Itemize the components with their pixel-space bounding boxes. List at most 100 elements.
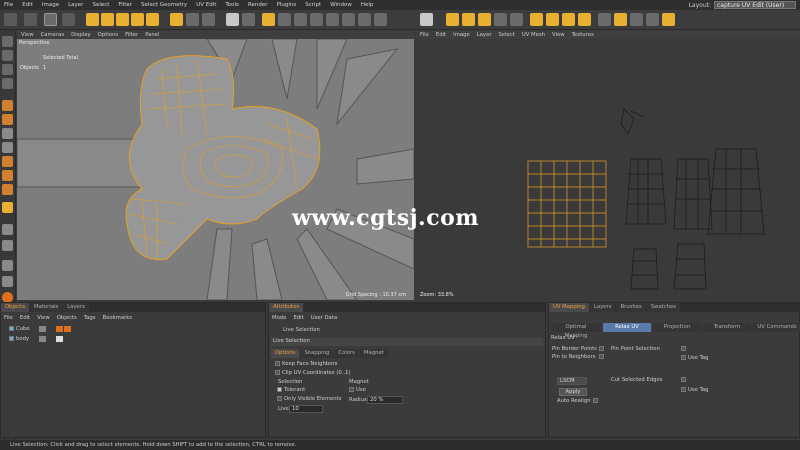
menu-plugins[interactable]: Plugins [277, 2, 297, 8]
uv-menu-file[interactable]: File [420, 32, 429, 38]
obj-menu-bookmarks[interactable]: Bookmarks [102, 315, 132, 321]
visibility-icon[interactable] [39, 336, 46, 342]
tab-projection[interactable]: Projection [653, 323, 701, 332]
uv-weld-icon[interactable] [662, 13, 675, 26]
tab-attributes[interactable]: Attributes [269, 303, 304, 312]
vp-menu-cameras[interactable]: Cameras [41, 32, 65, 38]
uv-stretch-icon[interactable] [614, 13, 627, 26]
subtab-snapping[interactable]: Snapping [300, 349, 334, 358]
subtab-colors[interactable]: Colors [334, 349, 359, 358]
uv-cross-icon[interactable] [562, 13, 575, 26]
menu-uv-edit[interactable]: UV Edit [196, 2, 216, 8]
checkbox[interactable] [277, 387, 282, 392]
checkbox[interactable] [275, 370, 280, 375]
tab-brushes[interactable]: Brushes [616, 303, 646, 312]
magnify-icon[interactable] [2, 184, 13, 195]
uv-menu-textures[interactable]: Textures [572, 32, 594, 38]
vp-menu-display[interactable]: Display [71, 32, 91, 38]
wand-icon[interactable] [2, 240, 13, 251]
checkbox[interactable] [592, 398, 598, 403]
obj-menu-objects[interactable]: Objects [57, 315, 77, 321]
model-mode-icon[interactable] [2, 50, 13, 61]
use-tag-option-1[interactable]: Use Tag [681, 355, 709, 361]
scene-icon[interactable] [342, 13, 355, 26]
obj-menu-view[interactable]: View [37, 315, 50, 321]
tab-transform[interactable]: Transform [703, 323, 751, 332]
obj-menu-tags[interactable]: Tags [84, 315, 96, 321]
make-editable-icon[interactable] [2, 36, 13, 47]
dodge-icon[interactable] [2, 170, 13, 181]
use-tag-option-2[interactable]: Use Tag [681, 387, 709, 393]
uv-relax-icon[interactable] [598, 13, 611, 26]
uv-pack-icon[interactable] [646, 13, 659, 26]
spline-icon[interactable] [278, 13, 291, 26]
radius-field[interactable]: 20 % [367, 396, 403, 404]
apply-button[interactable]: Apply [559, 388, 587, 396]
checker-tag-icon[interactable] [56, 336, 63, 342]
subtab-options[interactable]: Options [271, 349, 300, 358]
tab-uv-commands[interactable]: UV Commands [753, 323, 800, 332]
tab-relax-uv[interactable]: Relax UV [603, 323, 651, 332]
nurbs-icon[interactable] [294, 13, 307, 26]
camera-icon[interactable] [358, 13, 371, 26]
visibility-icon[interactable] [39, 326, 46, 332]
rotate-icon[interactable] [101, 13, 114, 26]
checkbox[interactable] [277, 396, 282, 401]
coordinate-system-icon[interactable] [170, 13, 183, 26]
menu-layer[interactable]: Layer [68, 2, 83, 8]
brush-icon[interactable] [2, 100, 13, 111]
x-axis-icon[interactable] [116, 13, 129, 26]
attr-menu-userdata[interactable]: User Data [311, 315, 337, 321]
undo-icon[interactable] [4, 13, 17, 26]
menu-filter[interactable]: Filter [118, 2, 132, 8]
uv-viewport[interactable]: File Edit Image Layer Select UV Mesh Vie… [416, 30, 800, 300]
subtab-magnet[interactable]: Magnet [359, 349, 388, 358]
z-axis-icon[interactable] [146, 13, 159, 26]
pin-border-checkbox[interactable] [599, 346, 604, 351]
material-tag-icon[interactable] [64, 326, 71, 332]
checkbox[interactable] [681, 387, 686, 392]
uv-polygons-icon[interactable] [242, 13, 255, 26]
scale-icon[interactable] [86, 13, 99, 26]
tab-materials[interactable]: Materials [30, 303, 63, 312]
uv-move-icon[interactable] [446, 13, 459, 26]
vp-menu-panel[interactable]: Panel [145, 32, 159, 38]
tab-layers[interactable]: Layers [63, 303, 89, 312]
pin-point-selection-checkbox[interactable] [681, 346, 686, 351]
tab-objects[interactable]: Objects [1, 303, 30, 312]
auto-realign-option[interactable]: Auto Realign [557, 398, 600, 404]
uv-align-icon[interactable] [578, 13, 591, 26]
menu-help[interactable]: Help [361, 2, 374, 8]
uv-scale-icon[interactable] [462, 13, 475, 26]
uv-mirror-icon[interactable] [510, 13, 523, 26]
uv-menu-layer[interactable]: Layer [477, 32, 492, 38]
menu-image[interactable]: Image [42, 2, 59, 8]
uv-tag-icon[interactable] [56, 326, 63, 332]
paint-icon[interactable] [2, 114, 13, 125]
deformer-icon[interactable] [326, 13, 339, 26]
attr-menu-mode[interactable]: Mode [272, 315, 286, 321]
menu-file[interactable]: File [4, 2, 13, 8]
checkbox[interactable] [275, 361, 280, 366]
star-icon[interactable] [2, 202, 13, 213]
render-picture-icon[interactable] [202, 13, 215, 26]
list-item[interactable]: body [9, 336, 29, 342]
lock-icon[interactable] [2, 276, 13, 287]
obj-menu-file[interactable]: File [4, 315, 13, 321]
cut-edges-checkbox[interactable] [681, 377, 686, 382]
texture-mode-icon[interactable] [2, 64, 13, 75]
tab-layers[interactable]: Layers [589, 303, 616, 312]
menu-render[interactable]: Render [248, 2, 268, 8]
list-item[interactable]: Cube [9, 326, 30, 332]
uv-fit-icon[interactable] [546, 13, 559, 26]
menu-tools[interactable]: Tools [225, 2, 239, 8]
redo-icon[interactable] [24, 13, 37, 26]
attr-menu-edit[interactable]: Edit [293, 315, 303, 321]
uv-checker-icon[interactable] [630, 13, 643, 26]
eraser-icon[interactable] [2, 128, 13, 139]
vp-menu-options[interactable]: Options [98, 32, 118, 38]
vp-menu-filter[interactable]: Filter [125, 32, 138, 38]
menu-window[interactable]: Window [330, 2, 352, 8]
uv-flip-icon[interactable] [494, 13, 507, 26]
uv-menu-image[interactable]: Image [453, 32, 470, 38]
